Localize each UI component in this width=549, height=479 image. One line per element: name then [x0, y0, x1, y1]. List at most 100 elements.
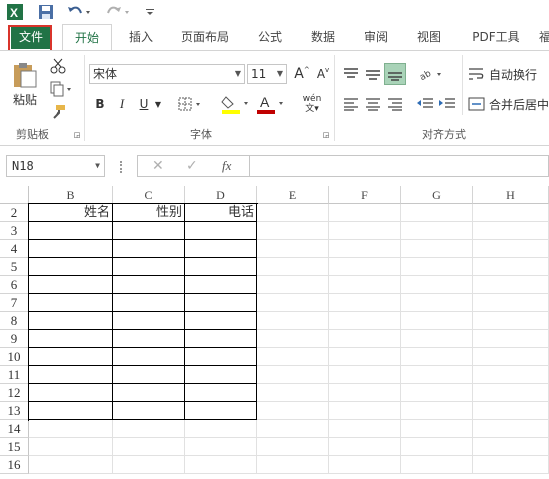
tab-formulas[interactable]: 公式: [250, 24, 290, 50]
cell-d10[interactable]: [185, 348, 257, 366]
cell-h14[interactable]: [473, 420, 549, 438]
cell-e4[interactable]: [257, 240, 329, 258]
cell-d6[interactable]: [185, 276, 257, 294]
cancel-icon[interactable]: ✕: [152, 158, 164, 174]
cell-c12[interactable]: [113, 384, 185, 402]
grow-font-button[interactable]: A ^: [292, 64, 312, 84]
cell-b6[interactable]: [29, 276, 113, 294]
tab-data[interactable]: 数据: [303, 24, 343, 50]
column-header-f[interactable]: F: [329, 186, 401, 204]
cell-h15[interactable]: [473, 438, 549, 456]
row-header-8[interactable]: 8: [0, 312, 29, 330]
cell-c16[interactable]: [113, 456, 185, 474]
cell-d14[interactable]: [185, 420, 257, 438]
cell-b4[interactable]: [29, 240, 113, 258]
italic-button[interactable]: I: [114, 95, 130, 113]
cell-b3[interactable]: [29, 222, 113, 240]
cell-g16[interactable]: [401, 456, 473, 474]
row-header-15[interactable]: 15: [0, 438, 29, 456]
cell-g4[interactable]: [401, 240, 473, 258]
tab-home[interactable]: 开始: [62, 24, 112, 51]
cell-g12[interactable]: [401, 384, 473, 402]
cell-h12[interactable]: [473, 384, 549, 402]
cell-d12[interactable]: [185, 384, 257, 402]
row-header-16[interactable]: 16: [0, 456, 29, 474]
cell-f10[interactable]: [329, 348, 401, 366]
cut-icon[interactable]: [48, 57, 68, 75]
cell-e7[interactable]: [257, 294, 329, 312]
align-right-icon[interactable]: [384, 93, 406, 115]
cell-e6[interactable]: [257, 276, 329, 294]
cell-b2[interactable]: 姓名: [29, 204, 113, 222]
cell-e13[interactable]: [257, 402, 329, 420]
cell-g14[interactable]: [401, 420, 473, 438]
cell-c14[interactable]: [113, 420, 185, 438]
row-header-14[interactable]: 14: [0, 420, 29, 438]
paste-button[interactable]: 粘贴: [8, 57, 42, 111]
cell-c10[interactable]: [113, 348, 185, 366]
cell-d7[interactable]: [185, 294, 257, 312]
font-size-combo[interactable]: 11 ▼: [247, 64, 287, 84]
cell-e14[interactable]: [257, 420, 329, 438]
cell-h13[interactable]: [473, 402, 549, 420]
cell-d8[interactable]: [185, 312, 257, 330]
cell-h16[interactable]: [473, 456, 549, 474]
cell-c3[interactable]: [113, 222, 185, 240]
row-header-3[interactable]: 3: [0, 222, 29, 240]
cell-f11[interactable]: [329, 366, 401, 384]
cell-b15[interactable]: [29, 438, 113, 456]
align-left-icon[interactable]: [340, 93, 362, 115]
cell-d5[interactable]: [185, 258, 257, 276]
column-header-g[interactable]: G: [401, 186, 473, 204]
formula-bar-grip-icon[interactable]: [120, 161, 123, 173]
cell-c9[interactable]: [113, 330, 185, 348]
cell-g5[interactable]: [401, 258, 473, 276]
cell-b10[interactable]: [29, 348, 113, 366]
row-header-5[interactable]: 5: [0, 258, 29, 276]
cell-f6[interactable]: [329, 276, 401, 294]
column-header-h[interactable]: H: [473, 186, 549, 204]
align-top-icon[interactable]: [340, 63, 362, 85]
cell-d15[interactable]: [185, 438, 257, 456]
cell-g8[interactable]: [401, 312, 473, 330]
cell-h4[interactable]: [473, 240, 549, 258]
select-all-corner[interactable]: [0, 186, 29, 204]
save-icon[interactable]: [37, 3, 55, 21]
cell-g7[interactable]: [401, 294, 473, 312]
align-middle-icon[interactable]: [362, 63, 384, 85]
cell-d11[interactable]: [185, 366, 257, 384]
cell-b16[interactable]: [29, 456, 113, 474]
row-header-6[interactable]: 6: [0, 276, 29, 294]
cell-e15[interactable]: [257, 438, 329, 456]
cell-h5[interactable]: [473, 258, 549, 276]
format-painter-icon[interactable]: [48, 103, 68, 121]
cell-d9[interactable]: [185, 330, 257, 348]
formula-input[interactable]: [249, 155, 549, 177]
cell-g13[interactable]: [401, 402, 473, 420]
cell-d3[interactable]: [185, 222, 257, 240]
font-color-icon[interactable]: A: [255, 93, 287, 115]
cell-e3[interactable]: [257, 222, 329, 240]
cell-f13[interactable]: [329, 402, 401, 420]
cell-f14[interactable]: [329, 420, 401, 438]
insert-function-icon[interactable]: fx: [222, 158, 231, 174]
decrease-indent-icon[interactable]: [414, 93, 436, 115]
row-header-11[interactable]: 11: [0, 366, 29, 384]
cell-c7[interactable]: [113, 294, 185, 312]
row-header-2[interactable]: 2: [0, 204, 29, 222]
enter-icon[interactable]: ✓: [186, 158, 198, 174]
font-name-combo[interactable]: 宋体 ▼: [89, 64, 245, 84]
font-launcher-icon[interactable]: ◲: [322, 131, 330, 139]
phonetic-guide-button[interactable]: wén 文▾: [297, 91, 327, 117]
cell-h10[interactable]: [473, 348, 549, 366]
tab-page-layout[interactable]: 页面布局: [172, 24, 238, 50]
cell-g11[interactable]: [401, 366, 473, 384]
tab-view[interactable]: 视图: [409, 24, 449, 50]
cell-g9[interactable]: [401, 330, 473, 348]
orientation-icon[interactable]: ab: [416, 63, 446, 85]
fill-color-icon[interactable]: [220, 93, 252, 115]
cell-h2[interactable]: [473, 204, 549, 222]
cell-g3[interactable]: [401, 222, 473, 240]
underline-dropdown-icon[interactable]: ▼: [153, 95, 163, 113]
cell-c11[interactable]: [113, 366, 185, 384]
